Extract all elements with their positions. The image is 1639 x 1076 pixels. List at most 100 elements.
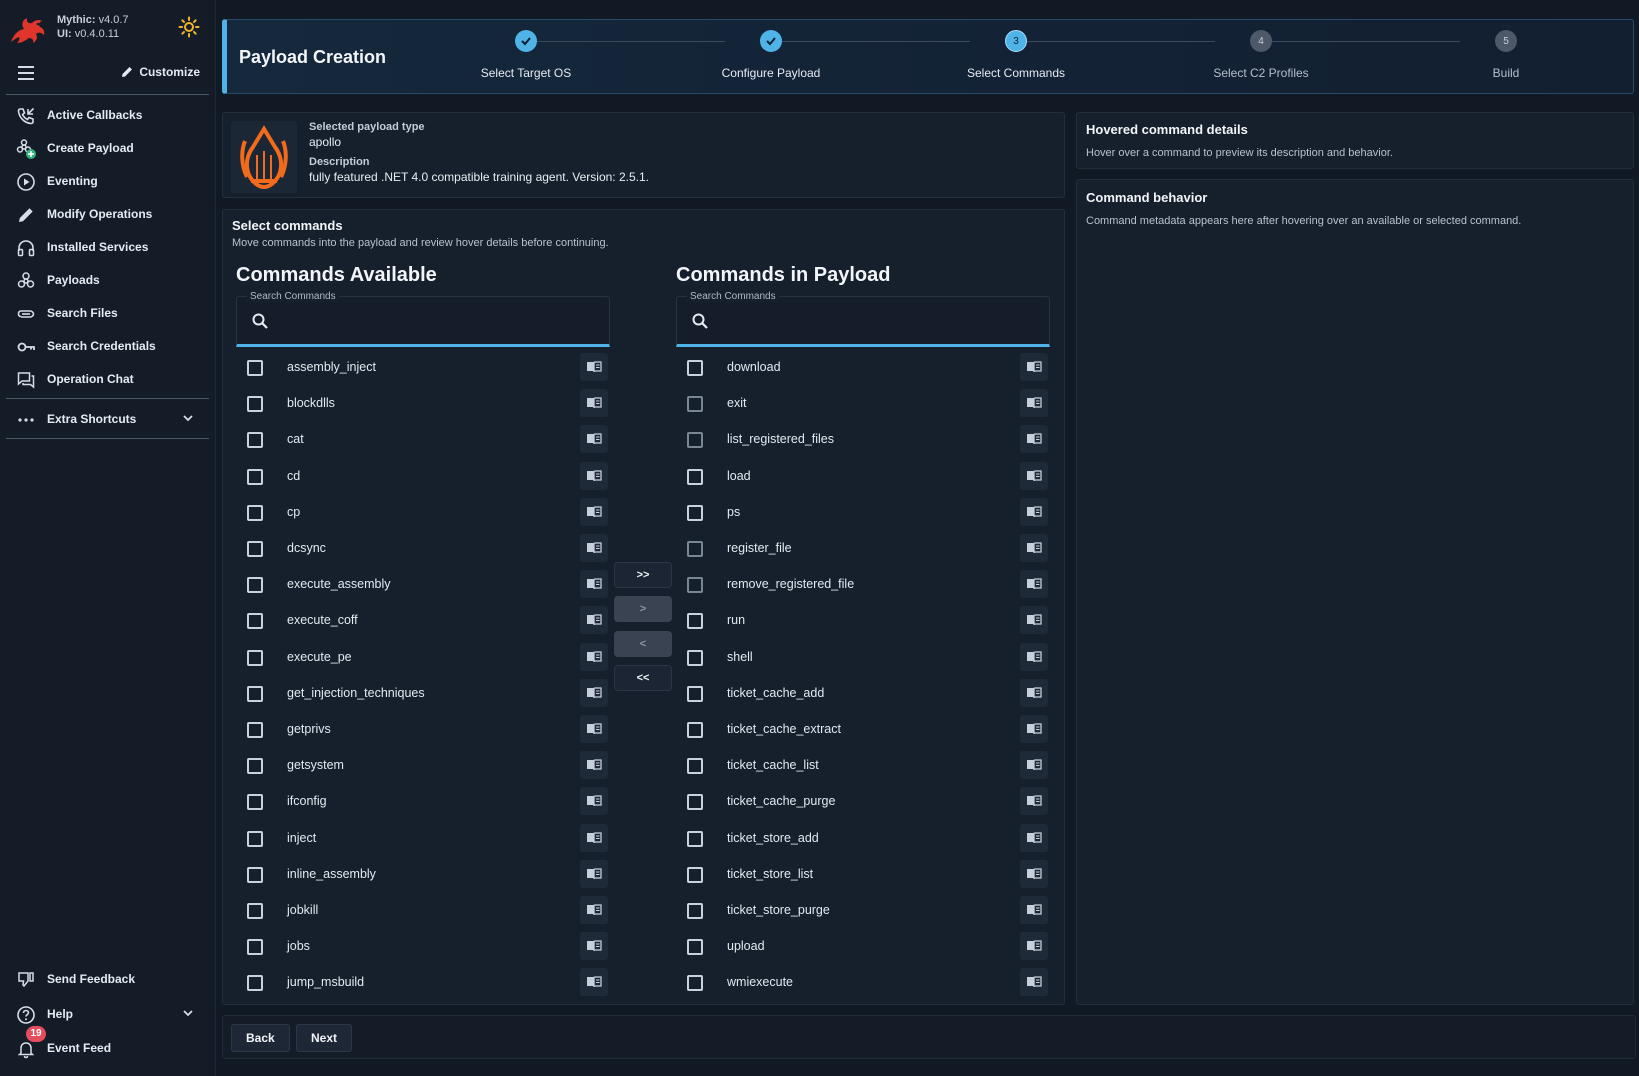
menu-icon[interactable] [18, 66, 34, 80]
command-docs-button[interactable] [1020, 932, 1048, 961]
sidebar-item-operation-chat[interactable]: Operation Chat [0, 364, 216, 394]
command-docs-button[interactable] [580, 534, 608, 562]
command-docs-button[interactable] [1020, 787, 1048, 816]
command-checkbox[interactable] [247, 360, 263, 376]
command-checkbox[interactable] [687, 794, 703, 811]
command-row[interactable]: jobs [236, 928, 610, 964]
command-row[interactable]: assembly_inject [236, 349, 610, 385]
command-checkbox[interactable] [247, 613, 263, 630]
next-button[interactable]: Next [296, 1024, 353, 1052]
step-select-target-os[interactable]: Select Target OS [446, 30, 606, 80]
command-row[interactable]: execute_assembly [236, 566, 610, 602]
command-checkbox[interactable] [687, 975, 703, 992]
command-checkbox[interactable] [247, 541, 263, 557]
command-docs-button[interactable] [1020, 497, 1048, 526]
command-row[interactable]: jump_msbuild [236, 964, 610, 999]
command-row[interactable]: blockdlls [236, 385, 610, 421]
command-row[interactable]: register_file [676, 530, 1050, 566]
command-row[interactable]: getprivs [236, 711, 610, 747]
command-row[interactable]: download [676, 349, 1050, 385]
step-configure-payload[interactable]: Configure Payload [691, 30, 851, 80]
command-docs-button[interactable] [1020, 642, 1048, 671]
command-row[interactable]: ticket_cache_extract [676, 711, 1050, 747]
command-docs-button[interactable] [580, 715, 608, 743]
command-row[interactable]: remove_registered_file [676, 566, 1050, 602]
command-row[interactable]: list_registered_files [676, 421, 1050, 457]
command-docs-button[interactable] [1020, 859, 1048, 888]
command-docs-button[interactable] [580, 932, 608, 961]
command-docs-button[interactable] [1020, 606, 1048, 635]
command-docs-button[interactable] [1020, 461, 1048, 490]
command-docs-button[interactable] [1020, 823, 1048, 852]
command-docs-button[interactable] [580, 461, 608, 490]
command-docs-button[interactable] [580, 497, 608, 526]
sidebar-item-active-callbacks[interactable]: Active Callbacks [0, 100, 216, 130]
command-row[interactable]: ticket_store_add [676, 820, 1050, 856]
command-checkbox[interactable] [247, 649, 263, 666]
command-checkbox[interactable] [247, 396, 263, 413]
command-checkbox[interactable] [687, 504, 703, 521]
sidebar-item-search-credentials[interactable]: Search Credentials [0, 331, 216, 361]
command-docs-button[interactable] [580, 570, 608, 599]
command-docs-button[interactable] [580, 968, 608, 997]
available-search-input[interactable] [279, 309, 579, 333]
command-checkbox[interactable] [687, 360, 703, 376]
theme-toggle-sun-icon[interactable] [178, 16, 200, 38]
command-row[interactable]: cp [236, 494, 610, 530]
command-checkbox[interactable] [687, 758, 703, 775]
command-docs-button[interactable] [1020, 751, 1048, 780]
command-row[interactable]: shell [676, 639, 1050, 675]
step-select-commands[interactable]: 3 Select Commands [936, 30, 1096, 80]
command-checkbox[interactable] [247, 468, 263, 485]
command-checkbox[interactable] [247, 830, 263, 847]
command-checkbox[interactable] [687, 613, 703, 630]
command-docs-button[interactable] [580, 353, 608, 381]
move-selected-right-button[interactable]: > [614, 596, 672, 622]
command-row[interactable]: cd [236, 458, 610, 494]
command-row[interactable]: load [676, 458, 1050, 494]
command-docs-button[interactable] [1020, 715, 1048, 743]
command-checkbox[interactable] [687, 577, 703, 594]
command-docs-button[interactable] [580, 425, 608, 454]
command-row[interactable]: dcsync [236, 530, 610, 566]
command-row[interactable]: run [676, 602, 1050, 638]
command-row[interactable]: get_injection_techniques [236, 675, 610, 711]
command-row[interactable]: ticket_cache_add [676, 675, 1050, 711]
command-checkbox[interactable] [687, 830, 703, 847]
command-checkbox[interactable] [687, 722, 703, 738]
sidebar-item-eventing[interactable]: Eventing [0, 166, 216, 196]
sidebar-item-payloads[interactable]: Payloads [0, 265, 216, 295]
command-docs-button[interactable] [1020, 570, 1048, 599]
payload-search-input[interactable] [719, 309, 1019, 333]
command-row[interactable]: cat [236, 421, 610, 457]
command-checkbox[interactable] [687, 685, 703, 702]
move-all-left-button[interactable]: << [614, 665, 672, 691]
sidebar-item-send-feedback[interactable]: Send Feedback [0, 964, 216, 994]
sidebar-item-modify-operations[interactable]: Modify Operations [0, 199, 216, 229]
command-row[interactable]: upload [676, 928, 1050, 964]
command-checkbox[interactable] [687, 468, 703, 485]
command-row[interactable]: ticket_store_purge [676, 892, 1050, 928]
sidebar-item-event-feed[interactable]: 19 Event Feed [0, 1026, 216, 1063]
move-selected-left-button[interactable]: < [614, 631, 672, 657]
payload-search-field[interactable]: Search Commands [676, 291, 1050, 347]
sidebar-item-create-payload[interactable]: Create Payload [0, 133, 216, 163]
command-docs-button[interactable] [580, 751, 608, 780]
sidebar-item-installed-services[interactable]: Installed Services [0, 232, 216, 262]
command-checkbox[interactable] [247, 685, 263, 702]
command-checkbox[interactable] [687, 541, 703, 557]
command-docs-button[interactable] [1020, 389, 1048, 418]
command-checkbox[interactable] [687, 939, 703, 956]
available-search-field[interactable]: Search Commands [236, 291, 610, 347]
command-checkbox[interactable] [247, 432, 263, 449]
command-docs-button[interactable] [1020, 353, 1048, 381]
command-docs-button[interactable] [580, 859, 608, 888]
step-select-c2-profiles[interactable]: 4 Select C2 Profiles [1181, 30, 1341, 80]
command-row[interactable]: getsystem [236, 747, 610, 783]
command-checkbox[interactable] [687, 432, 703, 449]
command-checkbox[interactable] [247, 903, 263, 919]
command-docs-button[interactable] [580, 389, 608, 418]
command-row[interactable]: execute_pe [236, 639, 610, 675]
command-docs-button[interactable] [1020, 678, 1048, 707]
command-checkbox[interactable] [687, 903, 703, 919]
